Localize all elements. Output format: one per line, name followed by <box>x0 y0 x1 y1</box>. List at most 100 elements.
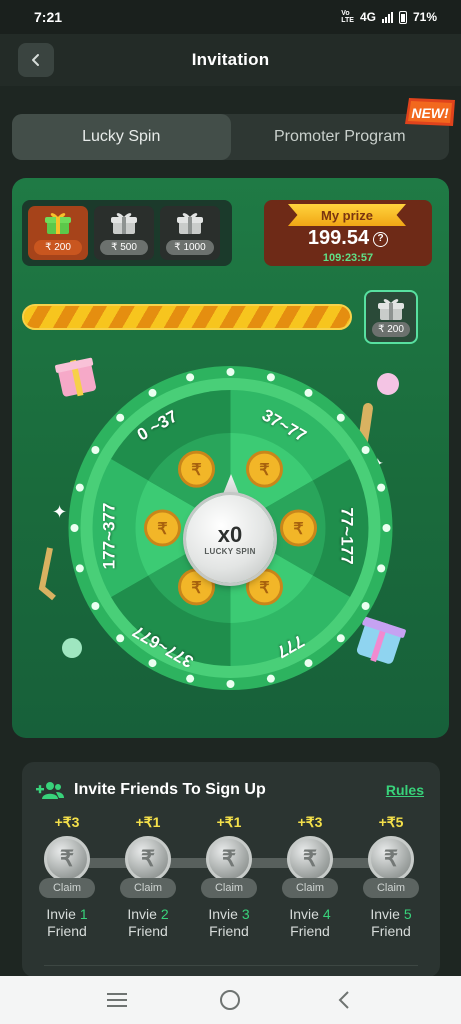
rupee-symbol: ₹ <box>293 521 303 538</box>
rupee-symbol: ₹ <box>191 580 201 597</box>
new-badge-graphic: NEW! <box>405 98 455 126</box>
battery-level: 71% <box>412 10 437 24</box>
step-text: Invie 5 Friend <box>351 906 431 940</box>
rupee-symbol: ₹ <box>259 462 269 479</box>
step-text-b: Friend <box>128 923 168 939</box>
tier-200[interactable]: ₹ 200 <box>28 206 88 260</box>
rupee-coin-icon: ₹ <box>44 836 90 882</box>
rules-link[interactable]: Rules <box>386 782 424 798</box>
tier-amount: ₹ 500 <box>100 240 148 255</box>
status-bar: 7:21 Vo LTE 4G 71% <box>0 0 461 34</box>
claim-button[interactable]: Claim <box>39 878 95 898</box>
segment-label-77-177: 77~177 <box>337 507 357 565</box>
tab-lucky-spin[interactable]: Lucky Spin <box>12 114 231 160</box>
step-text-a: Invie <box>208 906 238 922</box>
rupee-coin-icon: ₹ <box>368 836 414 882</box>
rim-light <box>186 674 195 683</box>
rim-light <box>148 388 157 397</box>
step-reward: +₹1 <box>216 814 242 830</box>
claim-button[interactable]: Claim <box>363 878 419 898</box>
invite-header: Invite Friends To Sign Up Rules <box>36 780 424 800</box>
rupee-symbol: ₹ <box>259 580 269 597</box>
rim-light <box>304 388 313 397</box>
spin-button[interactable]: x0 LUCKY SPIN <box>186 495 274 583</box>
rim-light <box>377 564 386 573</box>
progress-gift-amount: ₹ 200 <box>372 322 410 337</box>
spin-progress-bar <box>22 304 352 330</box>
step-text: Invie 1 Friend <box>27 906 107 940</box>
gift-icon <box>378 299 404 320</box>
gift-icon <box>177 213 203 234</box>
invite-step: +₹1 ₹ Claim Invie 2 Friend <box>108 814 188 940</box>
gift-icon <box>111 213 137 234</box>
prize-value-row: 199.54? <box>264 227 432 250</box>
back-button[interactable] <box>18 43 54 77</box>
help-icon[interactable]: ? <box>373 232 389 247</box>
new-badge: NEW! <box>403 96 459 130</box>
page-title: Invitation <box>191 50 270 69</box>
step-text-a: Invie <box>46 906 76 922</box>
rim-light <box>336 413 345 422</box>
rupee-coin-icon: ₹ <box>125 836 171 882</box>
rim-light <box>116 634 125 643</box>
rim-light <box>70 524 79 532</box>
rim-light <box>266 373 275 382</box>
step-text: Invie 3 Friend <box>189 906 269 940</box>
prize-value: 199.54 <box>307 227 370 249</box>
rim-light <box>91 602 100 610</box>
step-reward: +₹3 <box>297 814 323 830</box>
rim-light <box>116 413 125 422</box>
step-number: 3 <box>241 906 250 922</box>
step-number: 5 <box>403 906 412 922</box>
tier-500[interactable]: ₹ 500 <box>94 206 154 260</box>
invite-step: +₹3 ₹ Claim Invie 4 Friend <box>270 814 350 940</box>
rupee-coin-icon: ₹ <box>206 836 252 882</box>
step-text-b: Friend <box>47 923 87 939</box>
step-text: Invie 4 Friend <box>270 906 350 940</box>
network-label: 4G <box>359 10 376 24</box>
tier-amount: ₹ 1000 <box>166 240 214 255</box>
step-text: Invie 2 Friend <box>108 906 188 940</box>
invite-panel: Invite Friends To Sign Up Rules +₹3 ₹ Cl… <box>22 762 440 977</box>
system-back-button[interactable] <box>324 980 364 1020</box>
tier-1000[interactable]: ₹ 1000 <box>160 206 220 260</box>
claim-button[interactable]: Claim <box>120 878 176 898</box>
tab-bar: Lucky Spin Promoter Program <box>12 114 449 160</box>
divider <box>44 965 418 966</box>
home-circle-icon <box>220 990 241 1010</box>
add-users-icon <box>36 782 64 799</box>
recent-apps-button[interactable] <box>97 980 137 1020</box>
prize-ribbon: My prize <box>288 204 406 226</box>
rim-light <box>148 659 157 668</box>
claim-button[interactable]: Claim <box>282 878 338 898</box>
signal-icon <box>381 11 393 23</box>
step-text-b: Friend <box>371 923 411 939</box>
claim-button[interactable]: Claim <box>201 878 257 898</box>
rupee-symbol: ₹ <box>191 462 201 479</box>
rim-light <box>226 680 235 688</box>
step-reward: +₹3 <box>54 814 80 830</box>
progress-gift[interactable]: ₹ 200 <box>364 290 418 344</box>
status-time: 7:21 <box>34 9 63 25</box>
step-text-a: Invie <box>289 906 319 922</box>
rim-light <box>377 483 386 492</box>
rim-light <box>266 674 275 683</box>
status-icons: Vo LTE 4G 71% <box>341 10 437 24</box>
chevron-left-icon <box>32 54 39 66</box>
spin-label: LUCKY SPIN <box>204 546 256 556</box>
rim-light <box>91 446 100 454</box>
tier-selector: ₹ 200 ₹ 500 ₹ 1000 <box>22 200 232 266</box>
step-text-a: Invie <box>370 906 400 922</box>
rim-light <box>75 483 84 492</box>
step-text-b: Friend <box>290 923 330 939</box>
home-button[interactable] <box>210 980 250 1020</box>
step-text-b: Friend <box>209 923 249 939</box>
invite-step: +₹5 ₹ Claim Invie 5 Friend <box>351 814 431 940</box>
rim-light <box>361 446 370 454</box>
rim-light <box>382 524 391 532</box>
rim-light <box>361 602 370 610</box>
rim-light <box>75 564 84 573</box>
sparkle-icon: ✦ <box>52 502 67 522</box>
battery-icon <box>398 10 407 24</box>
gift-box-decoration-right <box>356 616 406 664</box>
